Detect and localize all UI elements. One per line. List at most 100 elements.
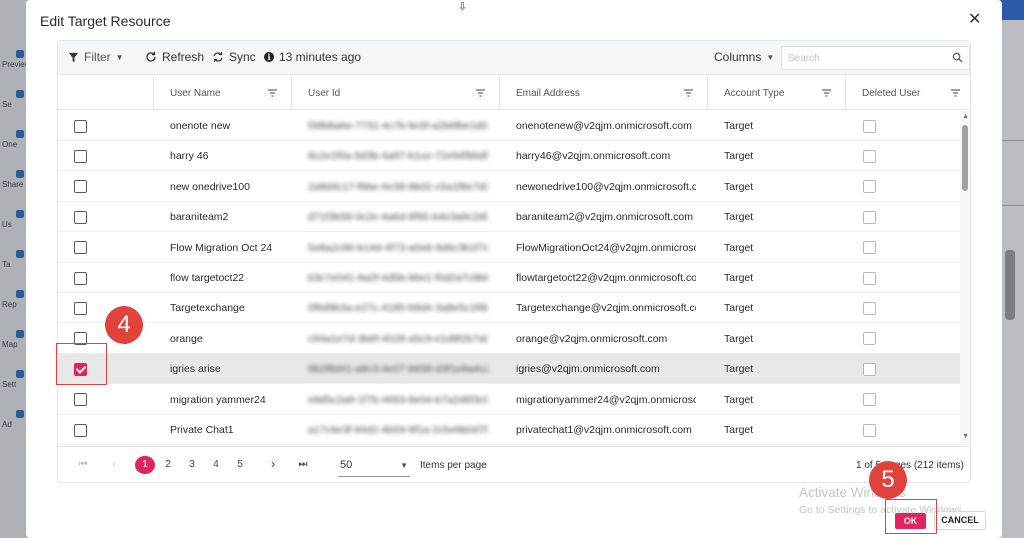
user-name-cell: orange [170, 332, 203, 345]
resource-grid: Filter ▼ Refresh Sync i 13 minutes ago C… [57, 40, 971, 483]
row-checkbox[interactable] [74, 271, 87, 285]
row-checkbox[interactable] [74, 301, 87, 315]
table-row[interactable]: orange c94a1e7d-3b6f-4028-a5c9-e1d8f2b7a0… [58, 324, 960, 354]
account-type-cell: Target [724, 332, 754, 345]
table-row[interactable]: Private Chat1 a17c6e3f-84d2-4b59-9f1a-2c5… [58, 415, 960, 445]
email-cell: privatechat1@v2qjm.onmicrosoft.com [516, 424, 692, 436]
email-cell: orange@v2qjm.onmicrosoft.com [516, 332, 668, 345]
email-cell: baraniteam2@v2qjm.onmicrosoft.com [516, 211, 693, 224]
previous-page-icon[interactable]: ‹ [107, 459, 121, 470]
filter-button[interactable]: Filter ▼ [68, 50, 124, 64]
background-nav-label: Sett [2, 380, 17, 389]
grid-rows: onenote new f39b8a6e-7731-4c7b-9c5f-a2b6f… [58, 111, 960, 445]
column-header-account-type[interactable]: Account Type [708, 76, 846, 110]
page-button-5[interactable]: 5 [233, 459, 247, 470]
page-button-1[interactable]: 1 [135, 456, 155, 474]
column-menu-icon[interactable] [822, 89, 831, 97]
column-menu-icon[interactable] [268, 89, 277, 97]
sync-button[interactable]: Sync [212, 50, 256, 64]
user-id-cell: 6b2f8d41-a9c3-4e07-b658-d3f1e9a4c285 [308, 363, 488, 376]
column-header-deleted-user[interactable]: Deleted User [846, 76, 986, 110]
row-checkbox[interactable] [74, 180, 87, 194]
search-field [781, 46, 970, 70]
row-select-cell [74, 415, 104, 445]
deleted-user-cell [863, 233, 893, 263]
scroll-down-icon[interactable]: ▼ [962, 433, 969, 440]
cancel-button[interactable]: CANCEL [934, 511, 986, 530]
page-button-4[interactable]: 4 [209, 459, 223, 470]
scroll-up-icon[interactable]: ▲ [962, 113, 969, 120]
columns-button[interactable]: Columns ▼ [714, 50, 774, 64]
last-page-icon[interactable]: ⏭ [296, 459, 310, 470]
table-row[interactable]: Targetexchange 0f6d9b3a-e27c-4185-b9d4-3a… [58, 293, 960, 324]
background-nav-label: Se [2, 100, 12, 109]
column-menu-icon[interactable] [476, 89, 485, 97]
deleted-user-cell [863, 111, 893, 141]
filter-icon [68, 52, 79, 62]
column-menu-icon[interactable] [684, 89, 693, 97]
chevron-down-icon: ▼ [766, 52, 775, 62]
background-nav-label: Ad [2, 420, 12, 429]
first-page-icon[interactable]: ⏮ [76, 459, 90, 470]
row-select-cell [74, 293, 104, 323]
close-icon[interactable]: ✕ [968, 9, 981, 29]
account-type-cell: Target [724, 211, 754, 224]
table-row[interactable]: Flow Migration Oct 24 5e8a2c96-b14d-4f73-… [58, 233, 960, 263]
user-name-cell: harry 46 [170, 150, 209, 163]
user-id-cell: f39b8a6e-7731-4c7b-9c5f-a2b6fbe1d0a3 [308, 120, 488, 132]
refresh-button[interactable]: Refresh [145, 50, 204, 64]
background-nav-label: Us [2, 220, 12, 229]
row-checkbox[interactable] [74, 241, 87, 255]
user-id-cell: 5e8a2c96-b14d-4f73-a0e8-9d6c3b1f7e25 [308, 241, 488, 254]
column-header-label: Email Address [516, 87, 580, 99]
deleted-user-cell [863, 141, 893, 171]
table-row[interactable]: baraniteam2 d71f3b58-0c2e-4a6d-8f95-b4e3a… [58, 202, 960, 233]
column-header-email-address[interactable]: Email Address [500, 76, 708, 110]
background-scrollbar-thumb [1005, 250, 1015, 320]
nav-icon [16, 250, 24, 258]
account-type-cell: Target [724, 241, 754, 254]
page-button-3[interactable]: 3 [185, 459, 199, 470]
row-checkbox[interactable] [74, 119, 87, 133]
deleted-user-checkbox [863, 180, 876, 194]
table-row[interactable]: migration yammer24 e8d5c2a9-1f7b-4693-8e0… [58, 385, 960, 415]
account-type-cell: Target [724, 272, 754, 284]
user-id-cell: 8c2e1f0a-5d3b-4a97-b1ce-72e94f86d5a1 [308, 150, 488, 163]
search-input[interactable] [782, 47, 942, 69]
user-id-cell: a17c6e3f-84d2-4b59-9f1a-2c5e8b0d7f46 [308, 424, 488, 436]
nav-icon [16, 50, 24, 58]
scrollbar-thumb[interactable] [962, 125, 968, 191]
dialog-title: Edit Target Resource [40, 13, 171, 29]
table-row[interactable]: new onedrive100 2a9d4c17-f6be-4e38-9b02-c… [58, 172, 960, 202]
user-id-cell: d71f3b58-0c2e-4a6d-8f95-b4e3a9c2d017 [308, 211, 488, 224]
table-row[interactable]: onenote new f39b8a6e-7731-4c7b-9c5f-a2b6f… [58, 111, 960, 141]
row-checkbox[interactable] [74, 210, 87, 224]
search-icon[interactable] [952, 52, 963, 63]
email-cell: igries@v2qjm.onmicrosoft.com [516, 363, 660, 376]
user-name-cell: Private Chat1 [170, 424, 234, 436]
table-row[interactable]: igries arise 6b2f8d41-a9c3-4e07-b658-d3f1… [58, 354, 960, 385]
row-checkbox[interactable] [74, 393, 87, 407]
deleted-user-cell [863, 385, 893, 415]
chevron-down-icon: ▼ [400, 461, 408, 470]
user-name-cell: Flow Migration Oct 24 [170, 241, 273, 254]
last-sync-status: i 13 minutes ago [264, 50, 361, 64]
row-checkbox[interactable] [74, 423, 87, 437]
page-size-select[interactable]: 50 ▼ [338, 455, 410, 477]
row-checkbox[interactable] [74, 149, 87, 163]
deleted-user-checkbox [863, 393, 876, 407]
row-select-cell [74, 111, 104, 141]
row-select-cell [74, 172, 104, 202]
column-header-user-id[interactable]: User Id [292, 76, 500, 110]
email-cell: migrationyammer24@v2qjm.onmicrosoft.com [516, 393, 696, 406]
table-row[interactable]: flow targetoct22 b3c7e041-9a2f-4d5b-86e1-… [58, 263, 960, 293]
email-cell: onenotenew@v2qjm.onmicrosoft.com [516, 120, 692, 132]
grid-scrollbar[interactable]: ▲ ▼ [960, 111, 970, 445]
column-menu-icon[interactable] [951, 89, 960, 97]
user-name-cell: onenote new [170, 120, 231, 132]
table-row[interactable]: harry 46 8c2e1f0a-5d3b-4a97-b1ce-72e94f86… [58, 141, 960, 172]
row-select-cell [74, 263, 104, 293]
column-header-user-name[interactable]: User Name [154, 76, 292, 110]
page-button-2[interactable]: 2 [161, 459, 175, 470]
next-page-icon[interactable]: › [266, 456, 280, 471]
